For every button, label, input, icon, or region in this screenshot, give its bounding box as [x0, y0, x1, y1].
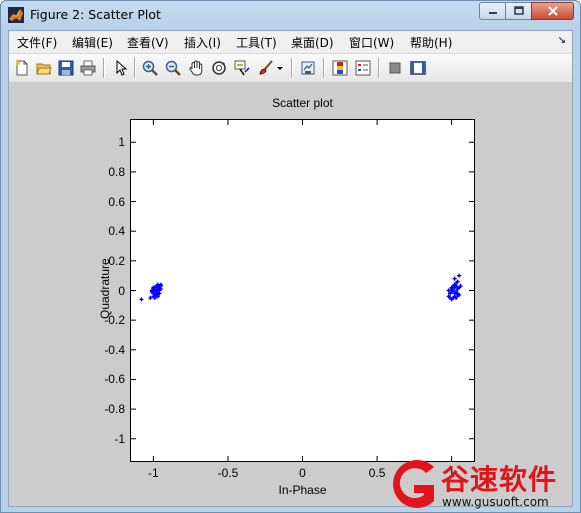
toolbar-separator — [323, 58, 325, 78]
menu-desktop[interactable]: 桌面(D) — [291, 34, 334, 51]
window-title: Figure 2: Scatter Plot — [30, 7, 161, 22]
new-figure-button[interactable] — [12, 58, 32, 78]
y-tick-label: -0.8 — [104, 402, 125, 417]
open-file-button[interactable] — [34, 58, 54, 78]
zoom-in-button[interactable] — [140, 58, 160, 78]
x-tick-label: 0.5 — [368, 466, 386, 480]
data-cursor-button[interactable] — [232, 58, 252, 78]
edit-plot-icon — [116, 60, 128, 76]
menu-window[interactable]: 窗口(W) — [349, 34, 394, 51]
menu-insert[interactable]: 插入(I) — [184, 34, 221, 51]
y-tick-label: -1 — [114, 431, 125, 446]
figure-client-area: 文件(F) 编辑(E) 查看(V) 插入(I) 工具(T) 桌面(D) 窗口(W… — [8, 30, 573, 507]
rotate-3d-icon — [212, 61, 226, 75]
brush-dropdown-button[interactable] — [275, 58, 285, 78]
open-file-icon — [36, 63, 52, 75]
scatter-point — [457, 273, 462, 278]
chevron-down-icon — [277, 67, 283, 70]
show-plot-tools-icon — [410, 61, 426, 75]
plot-axes[interactable] — [130, 119, 475, 462]
insert-legend-icon — [355, 60, 371, 76]
minimize-button[interactable] — [479, 2, 506, 20]
y-tick-label: 0.6 — [108, 194, 125, 209]
insert-colorbar-icon — [332, 60, 348, 76]
menu-edit[interactable]: 编辑(E) — [72, 34, 113, 51]
print-figure-icon — [80, 60, 96, 76]
hide-plot-tools-icon — [389, 62, 401, 74]
menu-file[interactable]: 文件(F) — [17, 34, 57, 51]
close-button[interactable] — [531, 2, 574, 20]
watermark-text: 谷速软件 — [441, 463, 558, 496]
y-axis-label: Quadrature — [98, 258, 112, 319]
matlab-figure-icon — [8, 7, 24, 23]
insert-legend-button[interactable] — [353, 58, 373, 78]
menu-help[interactable]: 帮助(H) — [410, 34, 452, 51]
gusu-logo-icon — [393, 460, 434, 508]
figure-canvas[interactable]: Scatter plot -1 -0.5 0 0.5 1 1 0.8 0.6 0.4 0.2 0-… — [9, 82, 572, 506]
menu-tools[interactable]: 工具(T) — [236, 34, 277, 51]
y-tick-label: 0 — [118, 283, 125, 298]
menu-dock-arrow-icon[interactable]: ↘ — [558, 35, 566, 46]
maximize-icon — [513, 6, 524, 15]
pan-button[interactable] — [186, 58, 206, 78]
link-plot-button[interactable] — [298, 58, 318, 78]
edit-plot-button[interactable] — [110, 58, 130, 78]
watermark: 谷速软件 www.gusuoft.com — [384, 455, 581, 513]
brush-button[interactable] — [256, 58, 276, 78]
toolbar-separator — [291, 58, 293, 78]
show-plot-tools-button[interactable] — [408, 58, 428, 78]
y-tick-label: -0.4 — [104, 342, 125, 357]
y-tick-label: -0.6 — [104, 372, 125, 387]
scatter-point — [139, 297, 144, 302]
x-tick-label: -1 — [148, 466, 159, 480]
x-tick-label: -0.5 — [217, 466, 239, 480]
menu-view[interactable]: 查看(V) — [127, 34, 169, 51]
minimize-icon — [488, 12, 497, 14]
chart-title: Scatter plot — [272, 96, 333, 110]
title-bar[interactable]: Figure 2: Scatter Plot — [1, 1, 580, 29]
data-cursor-icon — [234, 60, 250, 76]
figure-toolbar — [9, 53, 572, 83]
zoom-in-icon — [142, 60, 158, 76]
maximize-button[interactable] — [505, 2, 532, 20]
y-tick-label: 0.4 — [108, 224, 125, 239]
brush-icon — [259, 60, 273, 75]
scatter-plot — [131, 120, 474, 461]
pan-icon — [189, 60, 203, 76]
link-plot-icon — [301, 61, 315, 75]
watermark-url: www.gusuoft.com — [442, 495, 549, 509]
toolbar-separator — [134, 58, 136, 78]
y-tick-label: 1 — [118, 135, 125, 150]
save-figure-icon — [58, 60, 74, 76]
close-icon — [547, 6, 558, 16]
rotate-3d-button[interactable] — [209, 58, 229, 78]
print-figure-button[interactable] — [78, 58, 98, 78]
menu-bar: 文件(F) 编辑(E) 查看(V) 插入(I) 工具(T) 桌面(D) 窗口(W… — [9, 31, 572, 52]
toolbar-separator — [378, 58, 380, 78]
hide-plot-tools-button[interactable] — [385, 58, 405, 78]
new-figure-icon — [16, 60, 28, 76]
zoom-out-button[interactable] — [163, 58, 183, 78]
figure-window: Figure 2: Scatter Plot 文件(F) 编辑(E) 查看(V)… — [0, 0, 581, 513]
zoom-out-icon — [165, 60, 181, 76]
toolbar-separator — [103, 58, 105, 78]
insert-colorbar-button[interactable] — [330, 58, 350, 78]
scatter-point — [452, 276, 457, 281]
x-tick-label: 0 — [299, 466, 306, 480]
y-tick-label: 0.8 — [108, 164, 125, 179]
save-figure-button[interactable] — [56, 58, 76, 78]
